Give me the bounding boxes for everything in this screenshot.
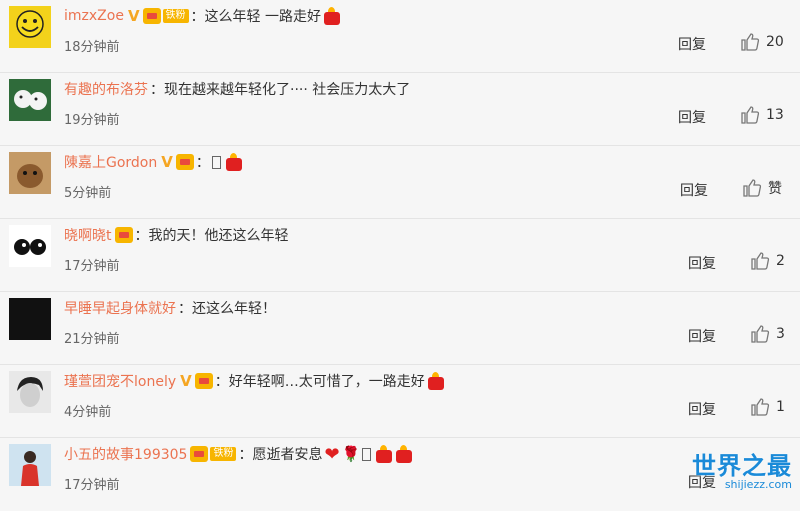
reply-button[interactable]: 回复 bbox=[678, 34, 706, 54]
avatar[interactable] bbox=[9, 6, 51, 48]
member-badge bbox=[114, 226, 133, 244]
crown-icon bbox=[114, 227, 133, 243]
candle-emoji-icon bbox=[395, 445, 413, 463]
like-count: 2 bbox=[776, 253, 785, 269]
comment-text: ：还这么年轻！ bbox=[178, 301, 276, 317]
watermark-title: 世界之最 bbox=[692, 452, 792, 480]
comment-text: ：我的天！他还这么年轻 bbox=[134, 228, 289, 244]
like-button[interactable]: 1 bbox=[750, 397, 785, 417]
rose-emoji-icon: 🌹 bbox=[341, 445, 361, 463]
like-button[interactable]: 赞 bbox=[742, 178, 782, 198]
like-button[interactable]: 20 bbox=[740, 32, 784, 52]
verified-icon: V bbox=[161, 152, 173, 171]
like-button[interactable]: 3 bbox=[750, 324, 785, 344]
member-badge bbox=[175, 153, 194, 171]
comment-item: imzxZoe V 铁粉 ：这么年轻 一路走好 18分钟前 回复 20 bbox=[0, 0, 800, 73]
missing-glyph-icon bbox=[362, 447, 372, 461]
avatar[interactable] bbox=[9, 79, 51, 121]
comment-item: 有趣的布洛芬 ：现在越来越年轻化了···· 社会压力太大了 19分钟前 回复 1… bbox=[0, 73, 800, 146]
reply-button[interactable]: 回复 bbox=[680, 180, 708, 200]
member-badge: 铁粉 bbox=[142, 7, 189, 25]
fan-badge: 铁粉 bbox=[162, 9, 189, 23]
username-link[interactable]: imzxZoe bbox=[64, 8, 124, 24]
comment-time: 4分钟前 bbox=[64, 405, 112, 420]
verified-icon: V bbox=[180, 371, 192, 390]
avatar[interactable] bbox=[9, 371, 51, 413]
comment-time: 21分钟前 bbox=[64, 332, 120, 347]
candle-emoji-icon bbox=[427, 372, 445, 390]
comment-time: 17分钟前 bbox=[64, 259, 120, 274]
username-link[interactable]: 陳嘉上Gordon bbox=[64, 152, 157, 172]
username-link[interactable]: 有趣的布洛芬 bbox=[64, 79, 148, 99]
crown-icon bbox=[175, 154, 194, 170]
thumbs-up-icon bbox=[741, 106, 760, 124]
like-count: 20 bbox=[766, 34, 784, 50]
like-count: 3 bbox=[776, 326, 785, 342]
thumbs-up-icon bbox=[751, 325, 770, 343]
comment-list: imzxZoe V 铁粉 ：这么年轻 一路走好 18分钟前 回复 20 有趣的布… bbox=[0, 0, 800, 511]
thumbs-up-icon bbox=[743, 179, 762, 197]
comment-text: ：现在越来越年轻化了···· 社会压力太大了 bbox=[150, 82, 411, 98]
heart-emoji-icon: ❤ bbox=[324, 443, 340, 465]
verified-icon: V bbox=[127, 6, 140, 25]
avatar[interactable] bbox=[9, 444, 51, 486]
member-badge bbox=[194, 372, 213, 390]
missing-glyph-icon bbox=[211, 155, 221, 169]
comment-time: 5分钟前 bbox=[64, 186, 112, 201]
fan-badge: 铁粉 bbox=[210, 447, 237, 461]
comment-item: 陳嘉上Gordon V ： 5分钟前 回复 赞 bbox=[0, 146, 800, 219]
avatar[interactable] bbox=[9, 225, 51, 267]
site-watermark: 世界之最 shijiezz.com bbox=[692, 453, 792, 491]
comment-text: ：愿逝者安息 bbox=[238, 447, 323, 463]
username-link[interactable]: 小五的故事199305 bbox=[64, 444, 187, 464]
like-count: 13 bbox=[766, 107, 784, 123]
username-link[interactable]: 瑾萱团宠不lonely bbox=[64, 371, 176, 391]
username-link[interactable]: 晓啊晓t bbox=[64, 225, 112, 245]
comment-time: 18分钟前 bbox=[64, 40, 120, 55]
crown-icon bbox=[190, 446, 209, 462]
comment-item: 瑾萱团宠不lonely V ：好年轻啊…太可惜了，一路走好 4分钟前 回复 1 bbox=[0, 365, 800, 438]
avatar[interactable] bbox=[9, 298, 51, 340]
reply-button[interactable]: 回复 bbox=[688, 253, 716, 273]
comment-time: 19分钟前 bbox=[64, 113, 120, 128]
member-badge: 铁粉 bbox=[190, 445, 237, 463]
comment-item: 晓啊晓t ：我的天！他还这么年轻 17分钟前 回复 2 bbox=[0, 219, 800, 292]
comment-text: ：这么年轻 一路走好 bbox=[190, 9, 321, 25]
reply-button[interactable]: 回复 bbox=[688, 399, 716, 419]
candle-emoji-icon bbox=[225, 153, 243, 171]
thumbs-up-icon bbox=[751, 398, 770, 416]
like-count: 1 bbox=[776, 399, 785, 415]
comment-text: ： bbox=[195, 155, 210, 171]
crown-icon bbox=[194, 373, 213, 389]
comment-time: 17分钟前 bbox=[64, 478, 120, 493]
reply-button[interactable]: 回复 bbox=[678, 107, 706, 127]
candle-emoji-icon bbox=[323, 7, 341, 25]
like-button[interactable]: 13 bbox=[740, 105, 784, 125]
comment-item: 早睡早起身体就好 ：还这么年轻！ 21分钟前 回复 3 bbox=[0, 292, 800, 365]
username-link[interactable]: 早睡早起身体就好 bbox=[64, 298, 176, 318]
like-count: 赞 bbox=[768, 181, 782, 197]
like-button[interactable]: 2 bbox=[750, 251, 785, 271]
reply-button[interactable]: 回复 bbox=[688, 326, 716, 346]
thumbs-up-icon bbox=[751, 252, 770, 270]
candle-emoji-icon bbox=[375, 445, 393, 463]
comment-item: 小五的故事199305 铁粉 ：愿逝者安息 ❤ 🌹 17分钟前 回复 bbox=[0, 438, 800, 511]
crown-icon bbox=[142, 8, 161, 24]
watermark-url: shijiezz.com bbox=[724, 478, 792, 491]
comment-text: ：好年轻啊…太可惜了，一路走好 bbox=[214, 374, 425, 390]
thumbs-up-icon bbox=[741, 33, 760, 51]
avatar[interactable] bbox=[9, 152, 51, 194]
